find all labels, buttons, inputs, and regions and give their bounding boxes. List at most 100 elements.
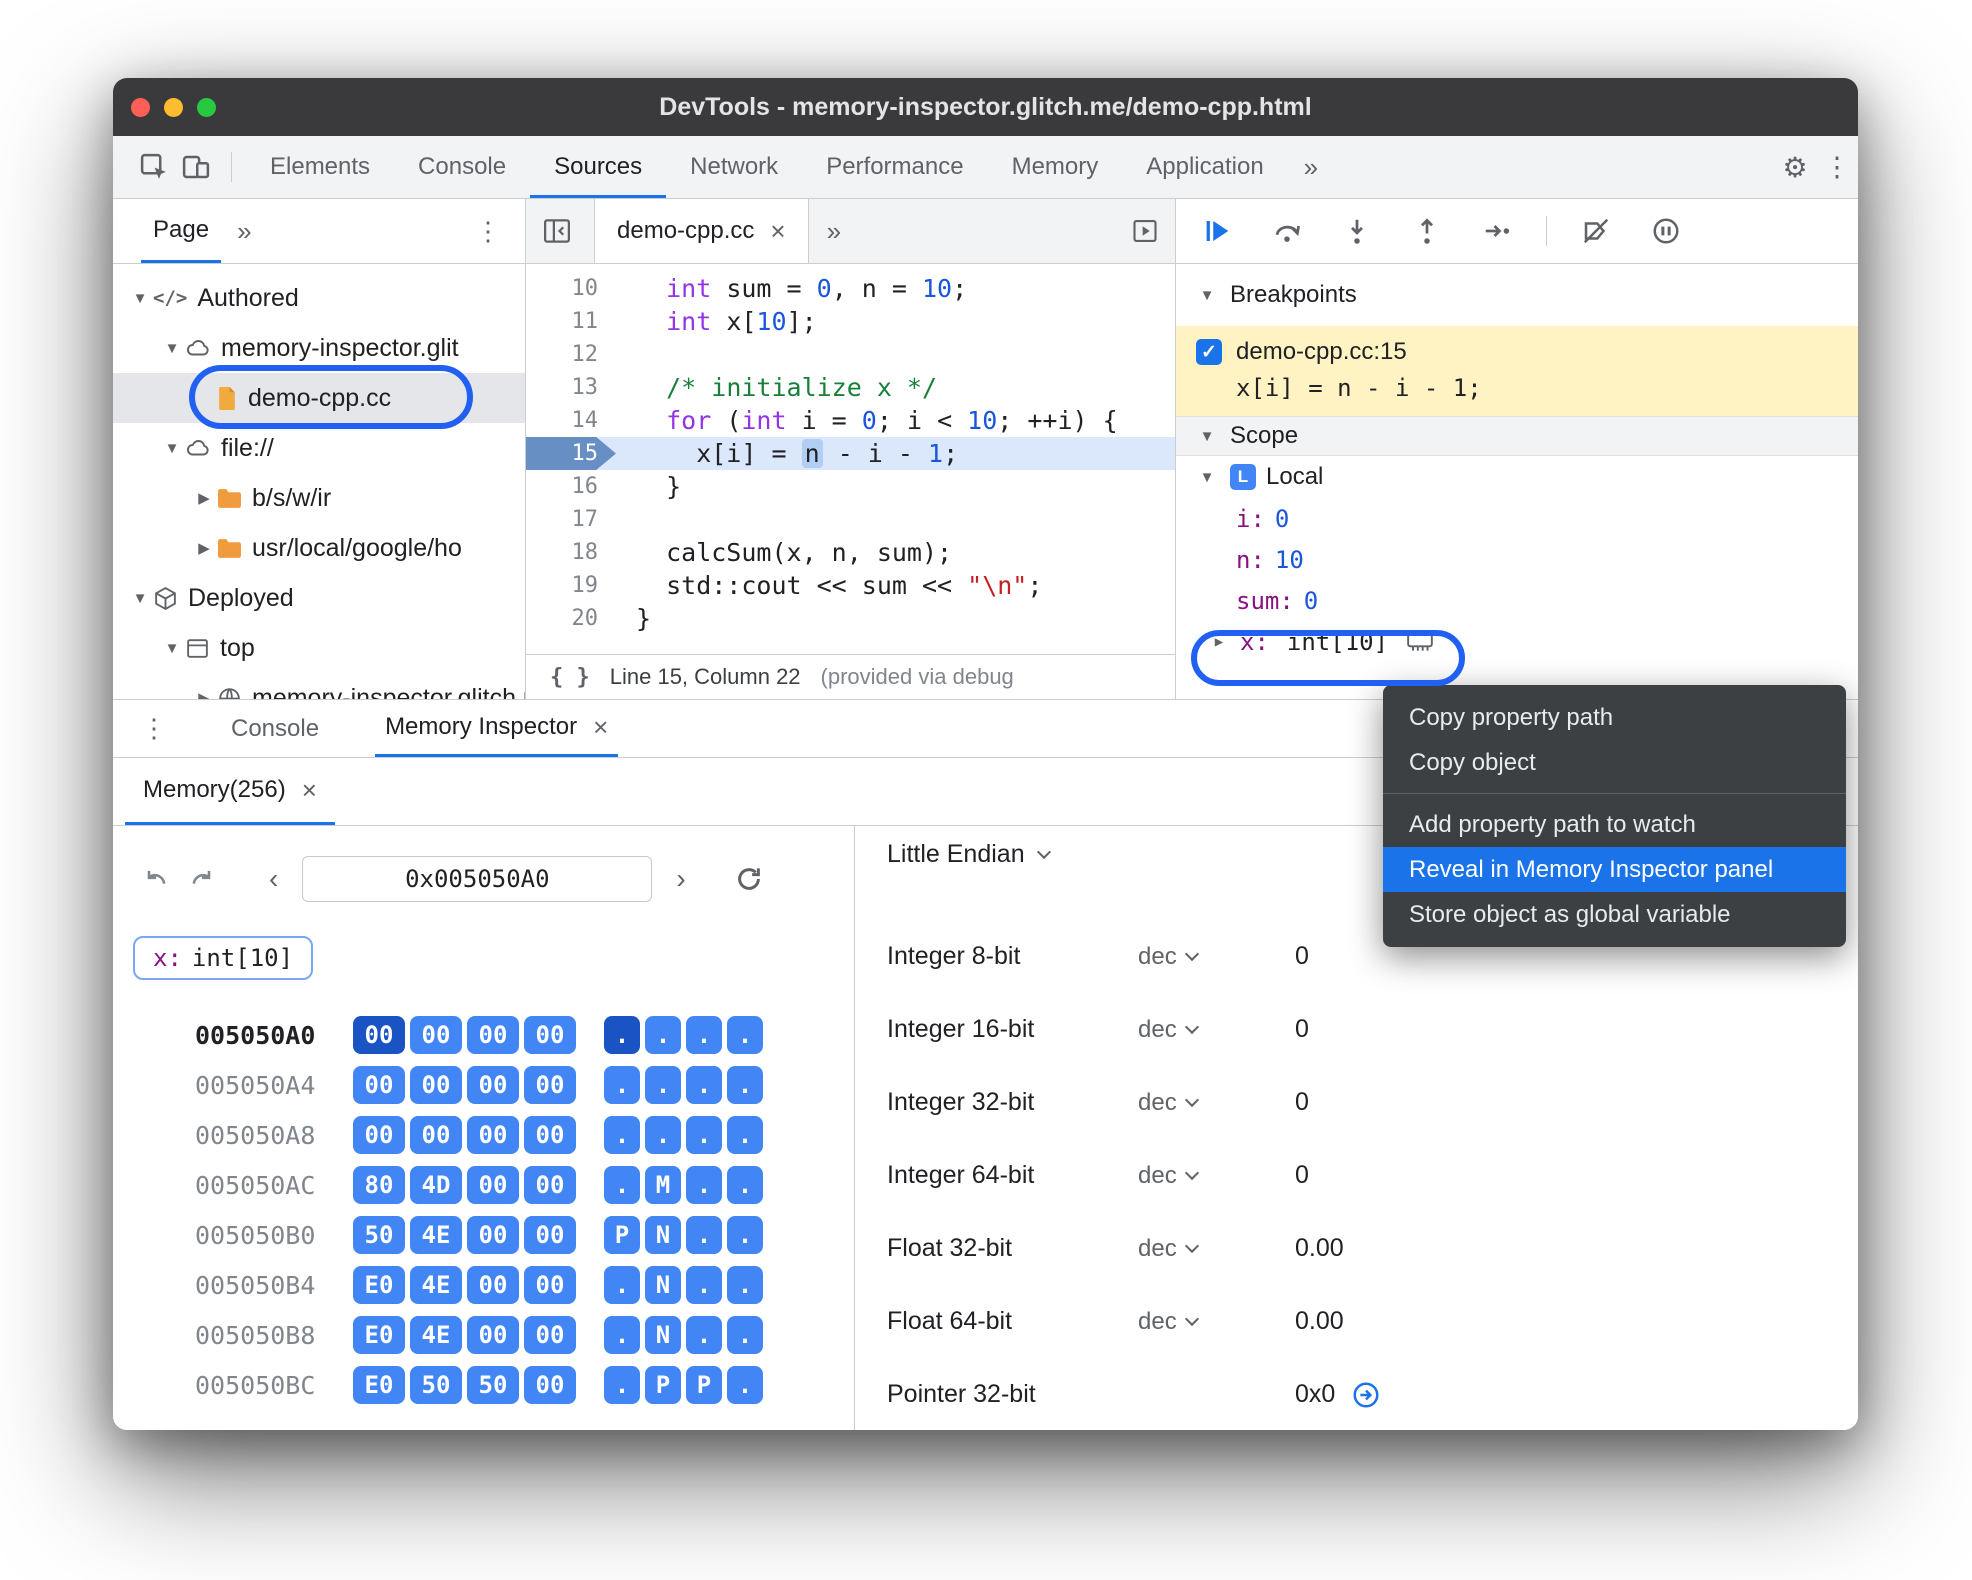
memory-ascii-cell[interactable]: . (686, 1016, 722, 1054)
scope-variable-row[interactable]: n: 10 (1176, 539, 1858, 580)
tree-item-folder[interactable]: ▶ usr/local/google/ho (113, 523, 525, 573)
memory-ascii-cell[interactable]: . (604, 1166, 640, 1204)
memory-byte-cell[interactable]: 00 (467, 1166, 519, 1204)
memory-ascii-cell[interactable]: . (727, 1066, 763, 1104)
value-format-select[interactable]: dec (1138, 1235, 1295, 1263)
line-number[interactable]: 11 (526, 305, 616, 338)
line-number[interactable]: 18 (526, 536, 616, 569)
memory-ascii-cell[interactable]: N (645, 1316, 681, 1354)
tab-page[interactable]: Page (141, 199, 222, 263)
menu-item-add-property-path-to-watch[interactable]: Add property path to watch (1383, 802, 1846, 847)
memory-byte-cell[interactable]: 4E (410, 1316, 462, 1354)
memory-byte-cell[interactable]: 50 (467, 1366, 519, 1404)
endianness-select[interactable]: Little Endian (887, 840, 1051, 869)
memory-byte-cell[interactable]: 00 (524, 1316, 576, 1354)
memory-ascii-cell[interactable]: . (727, 1216, 763, 1254)
memory-byte-cell[interactable]: 80 (353, 1166, 405, 1204)
drawer-menu-icon[interactable]: ⋮ (117, 700, 191, 757)
memory-ascii-cell[interactable]: . (727, 1016, 763, 1054)
memory-ascii-cell[interactable]: . (686, 1166, 722, 1204)
more-editor-tabs-button[interactable]: » (809, 199, 859, 263)
line-number[interactable]: 12 (526, 338, 616, 371)
line-number[interactable]: 16 (526, 470, 616, 503)
memory-byte-cell[interactable]: E0 (353, 1366, 405, 1404)
tree-item-authored[interactable]: ▼ </> Authored (113, 273, 525, 323)
hide-navigator-icon[interactable] (526, 199, 588, 263)
memory-byte-cell[interactable]: E0 (353, 1316, 405, 1354)
memory-byte-cell[interactable]: 00 (353, 1066, 405, 1104)
more-panels-button[interactable]: » (1288, 136, 1334, 198)
memory-ascii-cell[interactable]: . (604, 1366, 640, 1404)
editor-tab-demo-cpp[interactable]: demo-cpp.cc × (594, 199, 809, 263)
memory-ascii-cell[interactable]: N (645, 1216, 681, 1254)
memory-address-input[interactable] (302, 856, 653, 902)
memory-byte-cell[interactable]: 00 (410, 1016, 462, 1054)
settings-gear-icon[interactable]: ⚙ (1774, 146, 1816, 188)
tab-performance[interactable]: Performance (802, 136, 987, 198)
drawer-tab-console[interactable]: Console (221, 700, 329, 757)
step-icon[interactable] (1482, 216, 1512, 246)
memory-ascii-cell[interactable]: . (686, 1316, 722, 1354)
memory-ascii-cell[interactable]: . (686, 1216, 722, 1254)
line-number[interactable]: 14 (526, 404, 616, 437)
tab-memory[interactable]: Memory (988, 136, 1123, 198)
memory-byte-cell[interactable]: 00 (467, 1066, 519, 1104)
memory-byte-cell[interactable]: 50 (410, 1366, 462, 1404)
tab-application[interactable]: Application (1122, 136, 1287, 198)
scope-variable-row[interactable]: i: 0 (1176, 498, 1858, 539)
menu-item-store-object-as-global[interactable]: Store object as global variable (1383, 892, 1846, 937)
line-number[interactable]: 10 (526, 272, 616, 305)
device-toolbar-icon[interactable] (175, 146, 217, 188)
line-number[interactable]: 17 (526, 503, 616, 536)
next-page-icon[interactable]: › (676, 863, 685, 895)
chevron-collapsed-icon[interactable]: ▶ (1206, 634, 1232, 650)
zoom-window-button[interactable] (197, 97, 216, 117)
memory-ascii-cell[interactable]: . (686, 1266, 722, 1304)
tree-item-frame-origin[interactable]: ▶ memory-inspector.glitch.me (113, 673, 525, 699)
scope-variable-row-x[interactable]: ▶ x: int[10] (1176, 621, 1858, 662)
chevron-expanded-icon[interactable]: ▼ (127, 290, 153, 307)
value-format-select[interactable]: dec (1138, 943, 1295, 971)
memory-ascii-cell[interactable]: . (604, 1116, 640, 1154)
memory-byte-cell[interactable]: 00 (467, 1316, 519, 1354)
memory-byte-cell[interactable]: 00 (467, 1016, 519, 1054)
execution-line-number[interactable]: 15 (526, 437, 616, 470)
memory-byte-cell[interactable]: 00 (524, 1366, 576, 1404)
chevron-expanded-icon[interactable]: ▼ (159, 440, 185, 457)
value-format-select[interactable]: dec (1138, 1089, 1295, 1117)
line-number[interactable]: 19 (526, 569, 616, 602)
memory-ascii-cell[interactable]: N (645, 1266, 681, 1304)
chevron-collapsed-icon[interactable]: ▶ (191, 689, 217, 699)
memory-byte-cell[interactable]: 00 (524, 1016, 576, 1054)
memory-byte-cell[interactable]: 00 (524, 1116, 576, 1154)
memory-object-tag[interactable]: x: int[10] (133, 936, 314, 980)
menu-item-reveal-in-memory-inspector[interactable]: Reveal in Memory Inspector panel (1383, 847, 1846, 892)
close-drawer-tab-icon[interactable]: × (593, 714, 608, 740)
memory-ascii-cell[interactable]: . (727, 1166, 763, 1204)
navigator-menu-icon[interactable]: ⋮ (451, 199, 525, 263)
history-back-icon[interactable] (141, 864, 171, 894)
memory-ascii-cell[interactable]: . (686, 1066, 722, 1104)
tree-item-file-scheme[interactable]: ▼ file:// (113, 423, 525, 473)
step-over-icon[interactable] (1272, 216, 1302, 246)
memory-ascii-cell[interactable]: . (645, 1116, 681, 1154)
pause-on-exceptions-icon[interactable] (1651, 216, 1681, 246)
memory-ascii-cell[interactable]: . (604, 1016, 640, 1054)
close-window-button[interactable] (131, 97, 150, 117)
menu-item-copy-property-path[interactable]: Copy property path (1383, 695, 1846, 740)
memory-ascii-cell[interactable]: . (604, 1266, 640, 1304)
memory-byte-cell[interactable]: 00 (353, 1016, 405, 1054)
memory-ascii-cell[interactable]: . (604, 1316, 640, 1354)
memory-byte-cell[interactable]: 50 (353, 1216, 405, 1254)
memory-ascii-cell[interactable]: . (645, 1066, 681, 1104)
scope-variable-row[interactable]: sum: 0 (1176, 580, 1858, 621)
menu-item-copy-object[interactable]: Copy object (1383, 740, 1846, 785)
memory-byte-cell[interactable]: 00 (353, 1116, 405, 1154)
tree-item-deployed[interactable]: ▼ Deployed (113, 573, 525, 623)
line-number[interactable]: 20 (526, 602, 616, 635)
memory-byte-cell[interactable]: 00 (467, 1116, 519, 1154)
tree-item-demo-cpp[interactable]: demo-cpp.cc (113, 373, 525, 423)
deactivate-breakpoints-icon[interactable] (1581, 216, 1611, 246)
more-navigator-tabs-button[interactable]: » (237, 199, 251, 263)
memory-ascii-cell[interactable]: . (727, 1116, 763, 1154)
